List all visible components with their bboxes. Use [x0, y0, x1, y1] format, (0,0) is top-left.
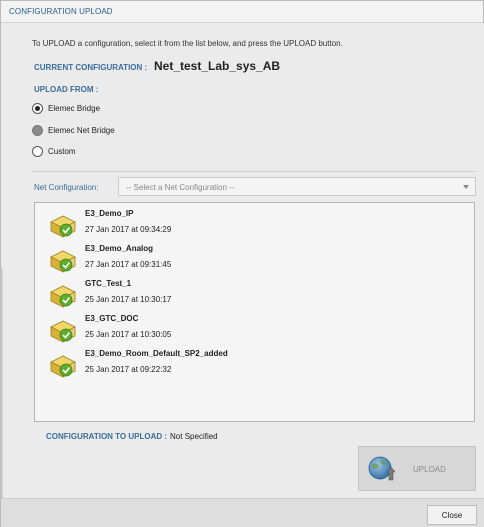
configuration-date: 25 Jan 2017 at 10:30:05 [85, 330, 172, 339]
current-configuration-label: CURRENT CONFIGURATION : [34, 63, 148, 72]
configuration-date: 27 Jan 2017 at 09:34:29 [85, 225, 172, 234]
list-item[interactable]: E3_Demo_IP 27 Jan 2017 at 09:34:29 [49, 209, 449, 243]
radio-button[interactable] [32, 124, 43, 136]
upload-button[interactable]: UPLOAD [358, 446, 476, 491]
dialog-footer: Close [1, 498, 484, 527]
configuration-name: E3_Demo_Room_Default_SP2_added [85, 349, 228, 358]
close-button-label: Close [441, 511, 463, 520]
configuration-to-upload-label: CONFIGURATION TO UPLOAD : [46, 432, 168, 441]
net-configuration-label: Net Configuration: [34, 183, 99, 192]
net-configuration-select[interactable]: -- Select a Net Configuration -- [118, 177, 476, 196]
radio-elemec-bridge[interactable]: Elemec Bridge [32, 101, 100, 115]
config-file-check-icon [50, 285, 76, 308]
config-file-check-icon [50, 355, 76, 378]
configuration-name: E3_Demo_IP [85, 209, 134, 218]
config-file-check-icon [50, 320, 76, 343]
configuration-date: 27 Jan 2017 at 09:31:45 [85, 260, 172, 269]
configuration-to-upload-value: Not Specified [170, 432, 218, 441]
configuration-name: E3_GTC_DOC [85, 314, 139, 323]
scroll-edge [1, 268, 3, 518]
radio-label: Custom [48, 146, 76, 156]
list-item[interactable]: E3_Demo_Room_Default_SP2_added 25 Jan 20… [49, 349, 449, 383]
radio-button[interactable] [32, 145, 43, 157]
list-item[interactable]: E3_GTC_DOC 25 Jan 2017 at 10:30:05 [49, 314, 449, 348]
configuration-name: GTC_Test_1 [85, 279, 132, 288]
list-item[interactable]: E3_Demo_Analog 27 Jan 2017 at 09:31:45 [49, 244, 449, 278]
configuration-to-upload: CONFIGURATION TO UPLOAD : Not Specified [46, 432, 218, 441]
current-configuration-value: Net_test_Lab_sys_AB [154, 59, 281, 73]
intro-text: To UPLOAD a configuration, select it fro… [32, 39, 343, 48]
upload-from-label: UPLOAD FROM : [34, 85, 99, 94]
configuration-name: E3_Demo_Analog [85, 244, 154, 253]
radio-elemec-net-bridge[interactable]: Elemec Net Bridge [32, 123, 115, 137]
configuration-list[interactable]: E3_Demo_IP 27 Jan 2017 at 09:34:29 E3_De… [34, 202, 475, 422]
configuration-date: 25 Jan 2017 at 09:22:32 [85, 365, 172, 374]
divider [32, 171, 476, 172]
radio-label: Elemec Bridge [48, 103, 101, 113]
configuration-upload-dialog: CONFIGURATION UPLOAD To UPLOAD a configu… [0, 0, 484, 527]
globe-upload-icon [368, 456, 396, 481]
configuration-date: 25 Jan 2017 at 10:30:17 [85, 295, 172, 304]
title-bar: CONFIGURATION UPLOAD [1, 1, 483, 23]
radio-button-checked[interactable] [32, 102, 43, 114]
list-item[interactable]: GTC_Test_1 25 Jan 2017 at 10:30:17 [49, 279, 449, 313]
close-button[interactable]: Close [427, 505, 477, 525]
net-configuration-placeholder: -- Select a Net Configuration -- [126, 183, 235, 192]
config-file-check-icon [50, 215, 76, 238]
dialog-title: CONFIGURATION UPLOAD [9, 7, 113, 16]
dialog-content: To UPLOAD a configuration, select it fro… [1, 23, 484, 518]
chevron-down-icon [463, 185, 469, 189]
radio-label: Elemec Net Bridge [48, 125, 115, 135]
upload-button-label: UPLOAD [413, 465, 446, 474]
config-file-check-icon [50, 250, 76, 273]
radio-custom[interactable]: Custom [32, 144, 76, 158]
